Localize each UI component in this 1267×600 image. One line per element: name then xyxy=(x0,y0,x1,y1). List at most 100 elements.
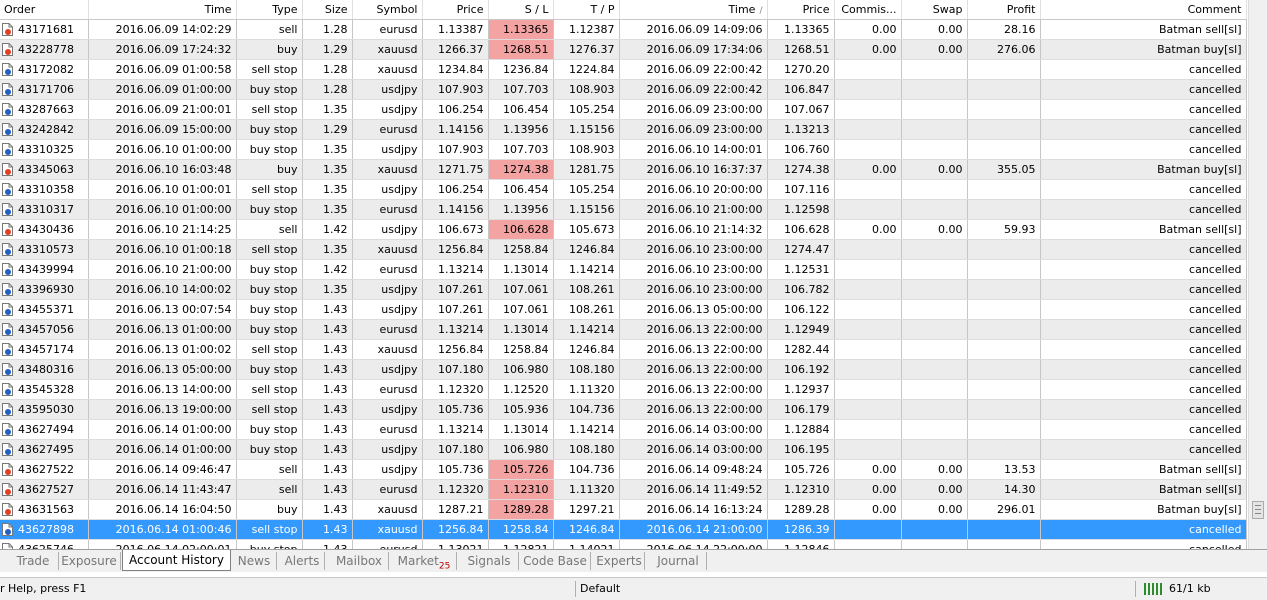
swap-cell xyxy=(901,399,968,420)
profit-cell xyxy=(967,439,1041,460)
type-cell: sell stop xyxy=(236,399,303,420)
account-history-grid[interactable]: Order Time Type Size Symbol Price S / L … xyxy=(0,0,1248,549)
column-header-close-time[interactable]: Time / xyxy=(619,0,768,20)
open-time-cell: 2016.06.10 01:00:01 xyxy=(88,179,237,200)
table-row[interactable]: 43242842 2016.06.09 15:00:00 buy stop 1.29 e… xyxy=(0,119,1247,140)
profit-cell: 14.30 xyxy=(967,479,1041,500)
comment-cell: cancelled xyxy=(1040,279,1247,300)
table-row[interactable]: 43171681 2016.06.09 14:02:29 sell 1.28 eurus… xyxy=(0,19,1247,40)
swap-cell xyxy=(901,359,968,380)
status-traffic-value: 61/1 kb xyxy=(1169,582,1211,595)
column-header-close-price[interactable]: Price xyxy=(767,0,835,20)
table-row[interactable]: 43627522 2016.06.14 09:46:47 sell 1.43 usdjp… xyxy=(0,459,1247,480)
table-row[interactable]: 43171706 2016.06.09 01:00:00 buy stop 1.28 u… xyxy=(0,79,1247,100)
column-header-commission[interactable]: Commis... xyxy=(834,0,902,20)
tab-market[interactable]: Market25 xyxy=(392,552,457,571)
column-header-swap[interactable]: Swap xyxy=(901,0,968,20)
tab-experts[interactable]: Experts xyxy=(594,552,645,570)
close-price-cell: 1274.47 xyxy=(767,239,835,260)
table-row[interactable]: 43595030 2016.06.13 19:00:00 sell stop 1.43… xyxy=(0,399,1247,420)
scroll-thumb-icon[interactable] xyxy=(1252,501,1264,519)
tab-code-base[interactable]: Code Base xyxy=(520,552,591,570)
column-header-comment[interactable]: Comment xyxy=(1040,0,1247,20)
table-row[interactable]: 43457174 2016.06.13 01:00:02 sell stop 1.43… xyxy=(0,339,1247,360)
status-divider xyxy=(575,581,576,597)
status-traffic[interactable]: 61/1 kb xyxy=(1143,578,1211,600)
tab-account-history[interactable]: Account History xyxy=(122,550,231,571)
column-header-open-time[interactable]: Time xyxy=(88,0,237,20)
column-header-order[interactable]: Order xyxy=(0,0,89,20)
commission-cell xyxy=(834,399,902,420)
column-header-open-price[interactable]: Price xyxy=(422,0,489,20)
column-header-type[interactable]: Type xyxy=(236,0,303,20)
order-cell: 43457056 xyxy=(0,319,89,340)
table-row[interactable]: 43310573 2016.06.10 01:00:18 sell stop 1.35… xyxy=(0,239,1247,260)
open-price-cell: 107.261 xyxy=(422,279,489,300)
close-price-cell: 106.760 xyxy=(767,139,835,160)
column-header-symbol[interactable]: Symbol xyxy=(352,0,423,20)
table-row[interactable]: 43457056 2016.06.13 01:00:00 buy stop 1.43 e… xyxy=(0,319,1247,340)
tab-alerts[interactable]: Alerts xyxy=(280,552,325,570)
document-blue-icon xyxy=(2,103,13,116)
close-price-cell: 1.12884 xyxy=(767,419,835,440)
table-row[interactable]: 43455371 2016.06.13 00:07:54 buy stop 1.43 u… xyxy=(0,299,1247,320)
table-row[interactable]: 43631563 2016.06.14 16:04:50 buy 1.43 xauusd… xyxy=(0,499,1247,520)
swap-cell xyxy=(901,539,968,549)
order-number: 43627898 xyxy=(18,523,74,536)
column-header-profit[interactable]: Profit xyxy=(967,0,1041,20)
table-row[interactable]: 43345063 2016.06.10 16:03:48 buy 1.35 xauusd… xyxy=(0,159,1247,180)
size-cell: 1.42 xyxy=(302,219,353,240)
type-cell: sell stop xyxy=(236,239,303,260)
open-price-cell: 1.12320 xyxy=(422,479,489,500)
table-row[interactable]: 43627898 2016.06.14 01:00:46 sell stop 1.43… xyxy=(0,519,1247,540)
column-header-stop-loss[interactable]: S / L xyxy=(488,0,554,20)
tab-mailbox[interactable]: Mailbox xyxy=(330,552,389,570)
stop-loss-cell: 1236.84 xyxy=(488,59,554,80)
column-header-size[interactable]: Size xyxy=(302,0,353,20)
table-row[interactable]: 43228778 2016.06.09 17:24:32 buy 1.29 xauusd… xyxy=(0,39,1247,60)
tab-news[interactable]: News xyxy=(232,552,277,570)
table-row[interactable]: 436257462016.06.14 02:00:01buy stop1.43e… xyxy=(0,539,1247,549)
swap-cell xyxy=(901,99,968,120)
table-row[interactable]: 43627495 2016.06.14 01:00:00 buy stop 1.43 u… xyxy=(0,439,1247,460)
tab-signals[interactable]: Signals xyxy=(460,552,519,570)
order-cell: 43595030 xyxy=(0,399,89,420)
profit-cell xyxy=(967,279,1041,300)
close-time-cell: 2016.06.13 22:00:00 xyxy=(619,379,768,400)
symbol-cell: eurusd xyxy=(352,259,423,280)
order-cell: 43242842 xyxy=(0,119,89,140)
status-profile[interactable]: Default xyxy=(580,578,620,600)
symbol-cell: eurusd xyxy=(352,539,423,549)
table-row[interactable]: 43396930 2016.06.10 14:00:02 buy stop 1.35 u… xyxy=(0,279,1247,300)
table-row[interactable]: 43627494 2016.06.14 01:00:00 buy stop 1.43 e… xyxy=(0,419,1247,440)
order-cell: 43627495 xyxy=(0,439,89,460)
close-time-cell: 2016.06.10 21:14:32 xyxy=(619,219,768,240)
tab-trade[interactable]: Trade xyxy=(8,552,59,570)
table-row[interactable]: 43545328 2016.06.13 14:00:00 sell stop 1.43… xyxy=(0,379,1247,400)
table-row[interactable]: 43480316 2016.06.13 05:00:00 buy stop 1.43 u… xyxy=(0,359,1247,380)
table-row[interactable]: 43627527 2016.06.14 11:43:47 sell 1.43 eurus… xyxy=(0,479,1247,500)
tab-exposure[interactable]: Exposure xyxy=(58,552,121,570)
swap-cell: 0.00 xyxy=(901,479,968,500)
swap-cell: 0.00 xyxy=(901,39,968,60)
symbol-cell: usdjpy xyxy=(352,179,423,200)
tab-label: Alerts xyxy=(284,554,320,568)
swap-cell xyxy=(901,179,968,200)
table-row[interactable]: 43439994 2016.06.10 21:00:00 buy stop 1.42 e… xyxy=(0,259,1247,280)
open-time-cell: 2016.06.10 16:03:48 xyxy=(88,159,237,180)
table-row[interactable]: 43310317 2016.06.10 01:00:00 buy stop 1.35 e… xyxy=(0,199,1247,220)
order-number: 43171706 xyxy=(18,83,74,96)
vertical-scrollbar[interactable] xyxy=(1248,0,1267,549)
close-time-cell: 2016.06.10 21:00:00 xyxy=(619,199,768,220)
commission-cell xyxy=(834,279,902,300)
table-row[interactable]: 43287663 2016.06.09 21:00:01 sell stop 1.35… xyxy=(0,99,1247,120)
table-row[interactable]: 43430436 2016.06.10 21:14:25 sell 1.42 usdjp… xyxy=(0,219,1247,240)
document-red-icon xyxy=(2,23,13,36)
tab-journal[interactable]: Journal xyxy=(650,552,707,570)
table-row[interactable]: 43310325 2016.06.10 01:00:00 buy stop 1.35 u… xyxy=(0,139,1247,160)
column-header-take-profit[interactable]: T / P xyxy=(553,0,620,20)
stop-loss-cell: 1.12821 xyxy=(488,539,554,549)
table-row[interactable]: 43310358 2016.06.10 01:00:01 sell stop 1.35… xyxy=(0,179,1247,200)
table-row[interactable]: 43172082 2016.06.09 01:00:58 sell stop 1.28… xyxy=(0,59,1247,80)
size-cell: 1.35 xyxy=(302,179,353,200)
